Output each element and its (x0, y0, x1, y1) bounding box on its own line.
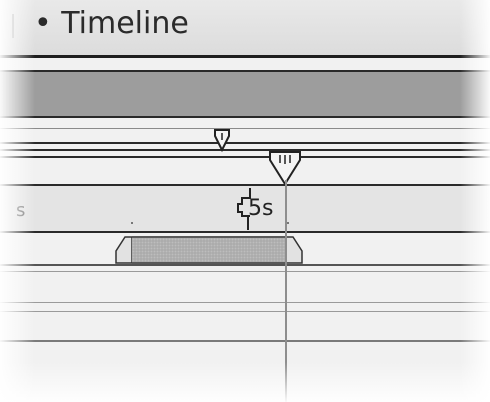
layer-row-divider (0, 271, 490, 272)
panel-tab[interactable]: • Timeline (0, 0, 490, 55)
divider-line (0, 231, 490, 233)
layer-in-handle-icon[interactable] (114, 236, 134, 264)
layer-row-divider (0, 340, 490, 342)
ruler-tick (131, 222, 133, 224)
time-navigator-line (0, 149, 490, 151)
tab-divider (12, 14, 14, 38)
ruler-tick (287, 222, 289, 224)
layer-row-divider (0, 302, 490, 303)
layer-out-handle-icon[interactable] (284, 236, 304, 264)
layer-row-divider (0, 311, 490, 312)
divider-line (0, 116, 490, 118)
time-navigator-line (0, 156, 490, 158)
time-navigator-line (0, 142, 490, 144)
ruler-label: s (16, 200, 26, 221)
title-bullet: • (34, 6, 52, 41)
timeline-panel: • Timeline s 5s (0, 0, 490, 402)
playhead-line[interactable] (285, 180, 287, 402)
divider-line (0, 55, 490, 58)
panel-title[interactable]: • Timeline (34, 6, 189, 41)
title-label: Timeline (61, 6, 189, 41)
layer-row-divider (0, 264, 490, 266)
timeline-header-band (0, 72, 490, 116)
layer-duration-bar[interactable] (132, 236, 286, 264)
time-marker-bracket-icon (237, 188, 251, 230)
divider-line (0, 128, 490, 129)
work-area-start-icon[interactable] (213, 128, 231, 154)
